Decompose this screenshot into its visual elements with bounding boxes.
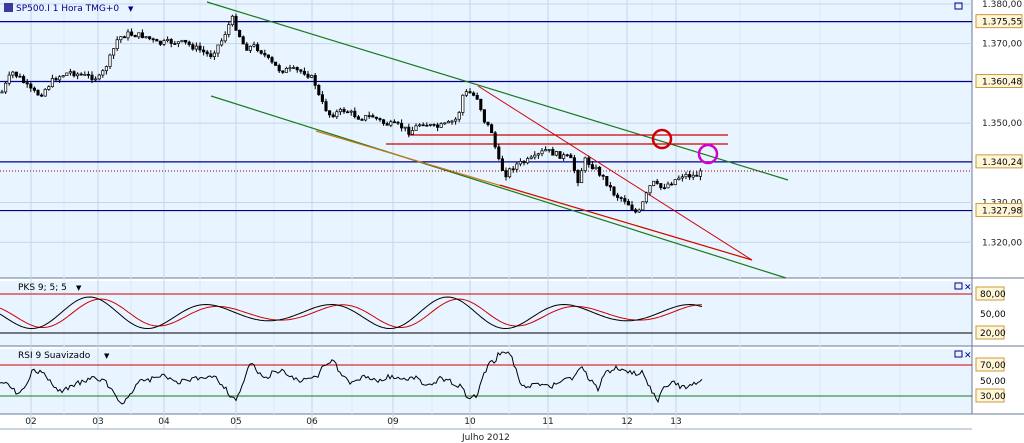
candle [36, 89, 40, 96]
day-tick-label: 03 [92, 417, 103, 427]
candle [612, 186, 616, 197]
candle [230, 14, 234, 27]
candle [583, 156, 587, 173]
candle [644, 191, 648, 204]
candle [43, 88, 47, 97]
price-tick-label: 1.370,00 [982, 40, 1022, 50]
candle [155, 38, 159, 42]
candle [490, 123, 494, 134]
candle [238, 29, 242, 38]
price-title-text: SP500.I 1 Hora TMG+0 [16, 4, 119, 14]
time-axis: Julho 2012 02 03 04 05 06 09 10 11 12 13 [0, 417, 972, 443]
level-label: 1.327,98 [982, 207, 1022, 217]
candle [482, 109, 486, 124]
rsi-tick-label: 30,00 [980, 392, 1006, 402]
candle [461, 94, 465, 116]
rsi-tick-label: 50,00 [980, 377, 1006, 387]
candle [508, 167, 512, 179]
day-tick-label: 11 [542, 417, 553, 427]
price-panel [0, 0, 972, 278]
pks-tick-label: 20,00 [980, 329, 1006, 339]
rsi-tick-label: 70,00 [980, 361, 1006, 371]
candle [493, 130, 497, 150]
price-title-dropdown-icon[interactable]: ▼ [128, 5, 134, 13]
candle [310, 74, 314, 78]
candle [108, 53, 112, 69]
candle [652, 180, 656, 187]
right-axis-labels: 1.380,001.370,001.350,001.330,001.320,00… [975, 0, 1023, 403]
chart-root: 1.380,001.370,001.350,001.330,001.320,00… [0, 0, 1024, 443]
level-label: 1.375,55 [982, 18, 1022, 28]
day-tick-label: 06 [306, 417, 318, 427]
candle [641, 201, 645, 211]
day-tick-label: 04 [158, 417, 170, 427]
candle [133, 34, 137, 38]
day-tick-label: 12 [621, 417, 632, 427]
chart-icon [4, 3, 13, 12]
candle [572, 154, 576, 174]
rsi-close-icon[interactable]: ✕ [964, 351, 972, 361]
rsi-panel [0, 349, 972, 414]
price-tick-label: 1.350,00 [982, 119, 1022, 129]
rsi-title-dropdown-icon[interactable]: ▼ [104, 352, 110, 360]
month-label: Julho 2012 [461, 433, 510, 443]
candle [479, 98, 483, 112]
candle [673, 179, 677, 186]
price-tick-label: 1.380,00 [982, 0, 1022, 10]
candle [4, 81, 8, 94]
pks-title-dropdown-icon[interactable]: ▼ [76, 284, 82, 292]
candle [558, 151, 562, 159]
day-tick-label: 13 [670, 417, 681, 427]
pks-panel [0, 281, 972, 346]
pks-tick-label: 50,00 [980, 310, 1006, 320]
rsi-title-text: RSI 9 Suavizado [18, 351, 91, 361]
candle [234, 13, 238, 31]
level-label: 1.340,24 [982, 158, 1022, 168]
day-tick-label: 09 [387, 417, 399, 427]
candle [241, 35, 245, 45]
candle [598, 165, 602, 177]
day-tick-label: 02 [25, 417, 36, 427]
candle [274, 61, 278, 66]
level-label: 1.360,48 [982, 77, 1022, 87]
price-tick-label: 1.320,00 [982, 238, 1022, 248]
pks-close-icon[interactable]: ✕ [964, 283, 972, 293]
candle [317, 83, 321, 96]
candle [65, 72, 69, 76]
price-title: SP500.I 1 Hora TMG+0 ▼ [4, 3, 134, 14]
candle [605, 175, 609, 187]
day-tick-label: 05 [230, 417, 241, 427]
candle [554, 150, 558, 157]
day-tick-label: 10 [464, 417, 476, 427]
pks-tick-label: 80,00 [980, 290, 1006, 300]
pks-title-text: PKS 9; 5; 5 [18, 283, 67, 293]
